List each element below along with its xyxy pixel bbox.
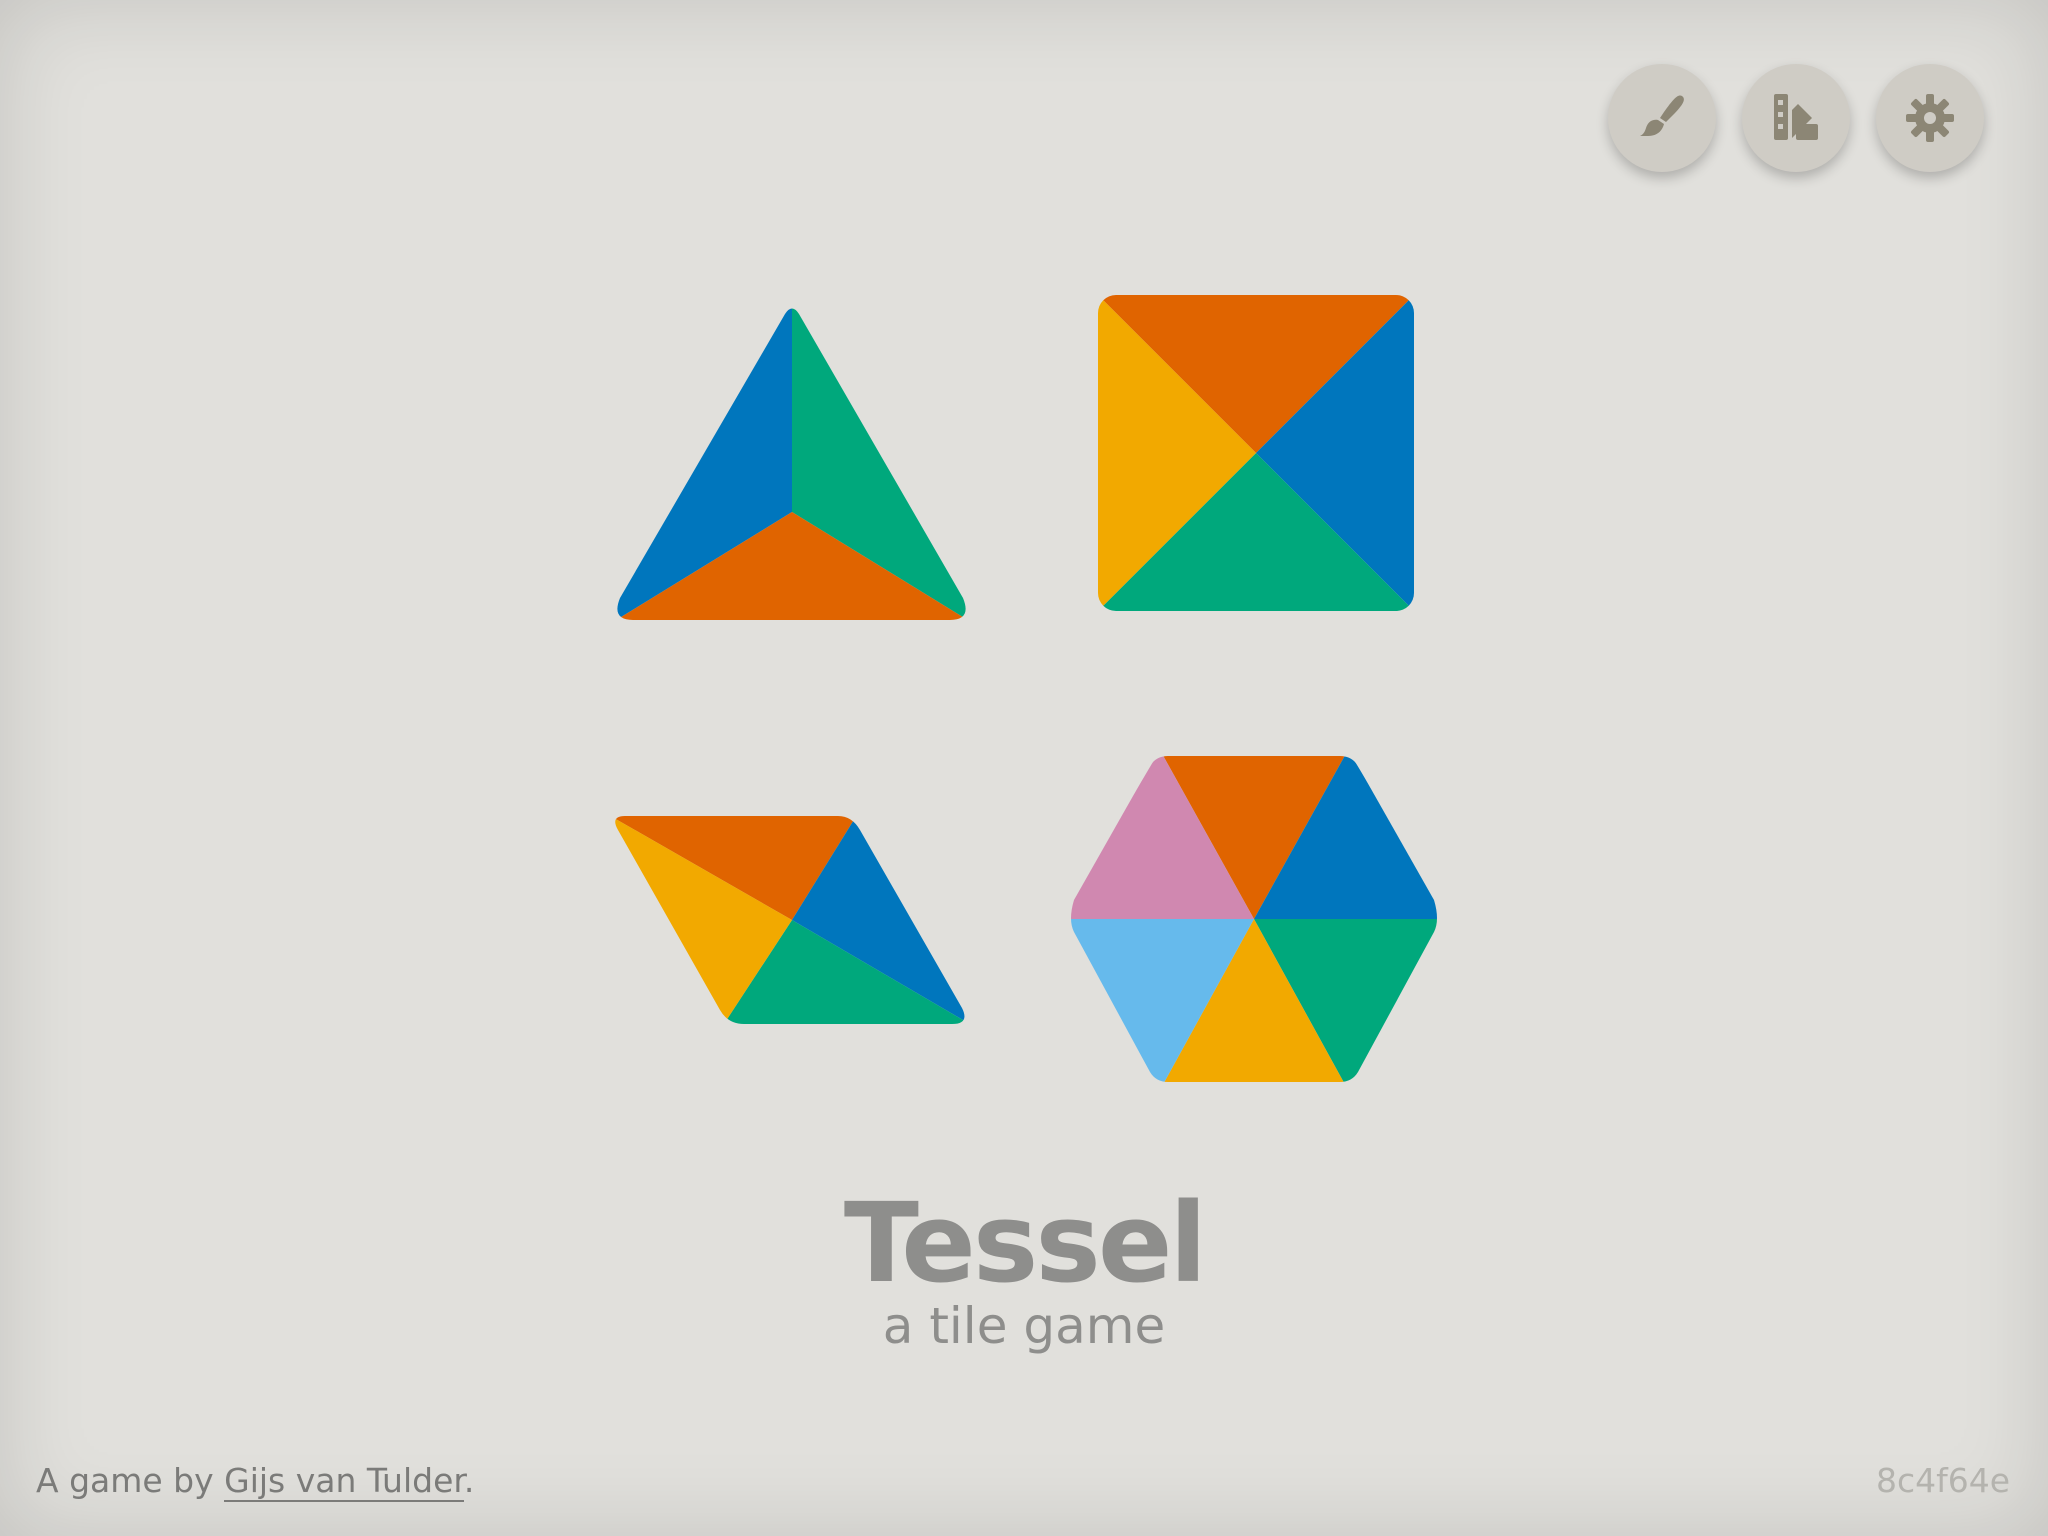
credit-text: A game by Gijs van Tulder.	[36, 1461, 475, 1502]
triangle-tile	[617, 308, 966, 620]
game-subtitle: a tile game	[882, 1297, 1166, 1355]
square-tile	[1098, 295, 1414, 611]
author-link[interactable]: Gijs van Tulder	[224, 1461, 464, 1502]
rhombus-tile	[615, 816, 965, 1024]
version-label: 8c4f64e	[1875, 1461, 2010, 1500]
credit-prefix: A game by	[36, 1461, 225, 1500]
game-title: Tessel	[843, 1179, 1207, 1307]
title-block: Tessel a tile game	[0, 1178, 2048, 1356]
hexagon-tile	[1071, 756, 1437, 1082]
credit-suffix: .	[463, 1461, 475, 1500]
